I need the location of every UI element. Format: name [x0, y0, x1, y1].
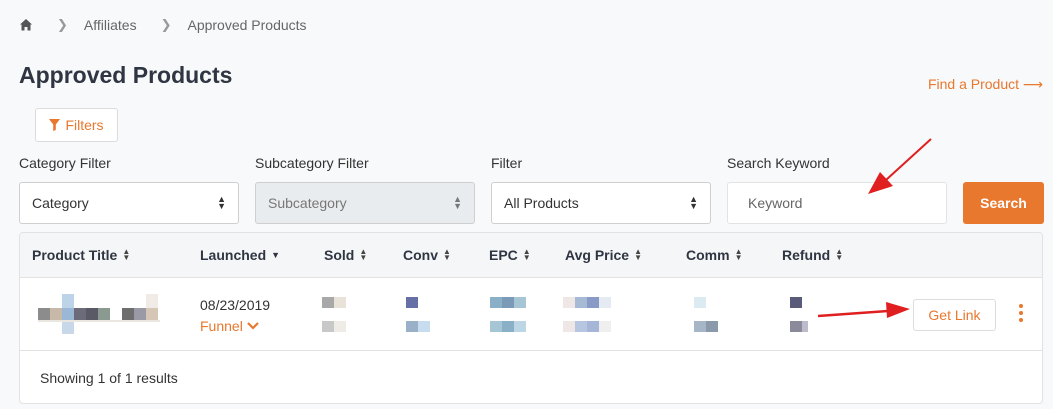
get-link-button[interactable]: Get Link — [913, 299, 996, 331]
subcategory-select[interactable]: Subcategory ▲ ▼ — [255, 182, 475, 224]
filters-label: Filters — [65, 117, 104, 133]
filters-button[interactable]: Filters — [35, 108, 118, 142]
sort-icon: ▲ ▼ — [734, 247, 743, 262]
table-row: 08/23/2019 Funnel Get Link — [20, 278, 1042, 351]
keyword-placeholder: Keyword — [748, 195, 803, 211]
category-filter-label: Category Filter — [19, 155, 111, 171]
breadcrumb-affiliates[interactable]: Affiliates — [84, 17, 137, 33]
category-select[interactable]: Category ▲ ▼ — [19, 182, 239, 224]
find-product-label: Find a Product — [927, 76, 1020, 92]
sort-icon: ▲ ▼ — [122, 247, 131, 262]
arrow-right-icon: ⟶ — [1022, 76, 1043, 92]
select-caret-icon: ▲ ▼ — [217, 194, 226, 211]
sort-desc-icon: ▼ — [271, 250, 281, 260]
sort-icon: ▲ ▼ — [835, 247, 844, 262]
kebab-menu-icon[interactable] — [1016, 304, 1026, 324]
redacted-epc — [490, 297, 526, 333]
sort-icon: ▲ ▼ — [443, 247, 451, 262]
chevron-down-icon — [247, 322, 259, 330]
filter-label: Filter — [491, 155, 523, 171]
column-label: Product Title — [32, 247, 118, 263]
redacted-refund — [790, 297, 816, 333]
page-title: Approved Products — [19, 62, 233, 88]
redacted-avg-price — [563, 297, 611, 333]
breadcrumb-approved-products: Approved Products — [187, 17, 307, 33]
home-icon[interactable] — [19, 18, 33, 32]
find-product-link[interactable]: Find a Product ⟶ — [928, 76, 1043, 93]
redacted-sold — [322, 297, 348, 333]
redacted-comm — [694, 297, 720, 333]
approved-products-page: ❯ Affiliates ❯ Approved Products Approve… — [0, 0, 1053, 409]
column-label: Sold — [324, 247, 355, 263]
redacted-product-title — [38, 294, 160, 334]
subcategory-select-value: Subcategory — [268, 195, 347, 211]
results-summary: Showing 1 of 1 results — [40, 370, 178, 386]
search-button[interactable]: Search — [963, 182, 1044, 224]
column-conv[interactable]: Conv ▲ ▼ — [403, 247, 451, 263]
column-label: Avg Price — [565, 247, 630, 263]
sort-icon: ▲ ▼ — [359, 247, 368, 262]
column-label: EPC — [489, 247, 518, 263]
chevron-right-icon: ❯ — [160, 17, 172, 32]
column-label: Launched — [200, 247, 267, 263]
column-label: Refund — [782, 247, 831, 263]
category-select-value: Category — [32, 195, 89, 211]
subcategory-filter-label: Subcategory Filter — [255, 155, 369, 171]
column-label: Conv — [403, 247, 438, 263]
column-launched[interactable]: Launched ▼ — [200, 247, 280, 263]
search-keyword-label: Search Keyword — [727, 155, 830, 171]
column-avg-price[interactable]: Avg Price ▲ ▼ — [565, 247, 642, 263]
breadcrumb: ❯ Affiliates ❯ Approved Products — [19, 17, 307, 33]
chevron-right-icon: ❯ — [57, 17, 68, 32]
select-caret-icon: ▲ ▼ — [453, 194, 462, 211]
keyword-input[interactable]: Keyword — [727, 182, 947, 224]
launch-date: 08/23/2019 — [200, 297, 271, 313]
column-refund[interactable]: Refund ▲ ▼ — [782, 247, 843, 263]
select-caret-icon: ▲ ▼ — [689, 194, 698, 211]
column-product-title[interactable]: Product Title ▲ ▼ — [32, 247, 130, 263]
sort-icon: ▲ ▼ — [522, 247, 531, 262]
column-label: Comm — [686, 247, 730, 263]
products-table: Product Title ▲ ▼ Launched ▼ Sold ▲ ▼ Conv ▲ ▼ … — [19, 232, 1043, 404]
product-filter-select[interactable]: All Products ▲ ▼ — [491, 182, 711, 224]
funnel-label: Funnel — [200, 318, 243, 334]
funnel-icon — [49, 119, 61, 131]
column-sold[interactable]: Sold ▲ ▼ — [324, 247, 367, 263]
column-epc[interactable]: EPC ▲ ▼ — [489, 247, 531, 263]
table-header: Product Title ▲ ▼ Launched ▼ Sold ▲ ▼ Conv ▲ ▼ … — [20, 233, 1042, 278]
sort-icon: ▲ ▼ — [634, 247, 642, 262]
funnel-toggle[interactable]: Funnel — [200, 318, 259, 334]
column-comm[interactable]: Comm ▲ ▼ — [686, 247, 742, 263]
product-filter-value: All Products — [504, 195, 579, 211]
redacted-conv — [406, 297, 432, 333]
